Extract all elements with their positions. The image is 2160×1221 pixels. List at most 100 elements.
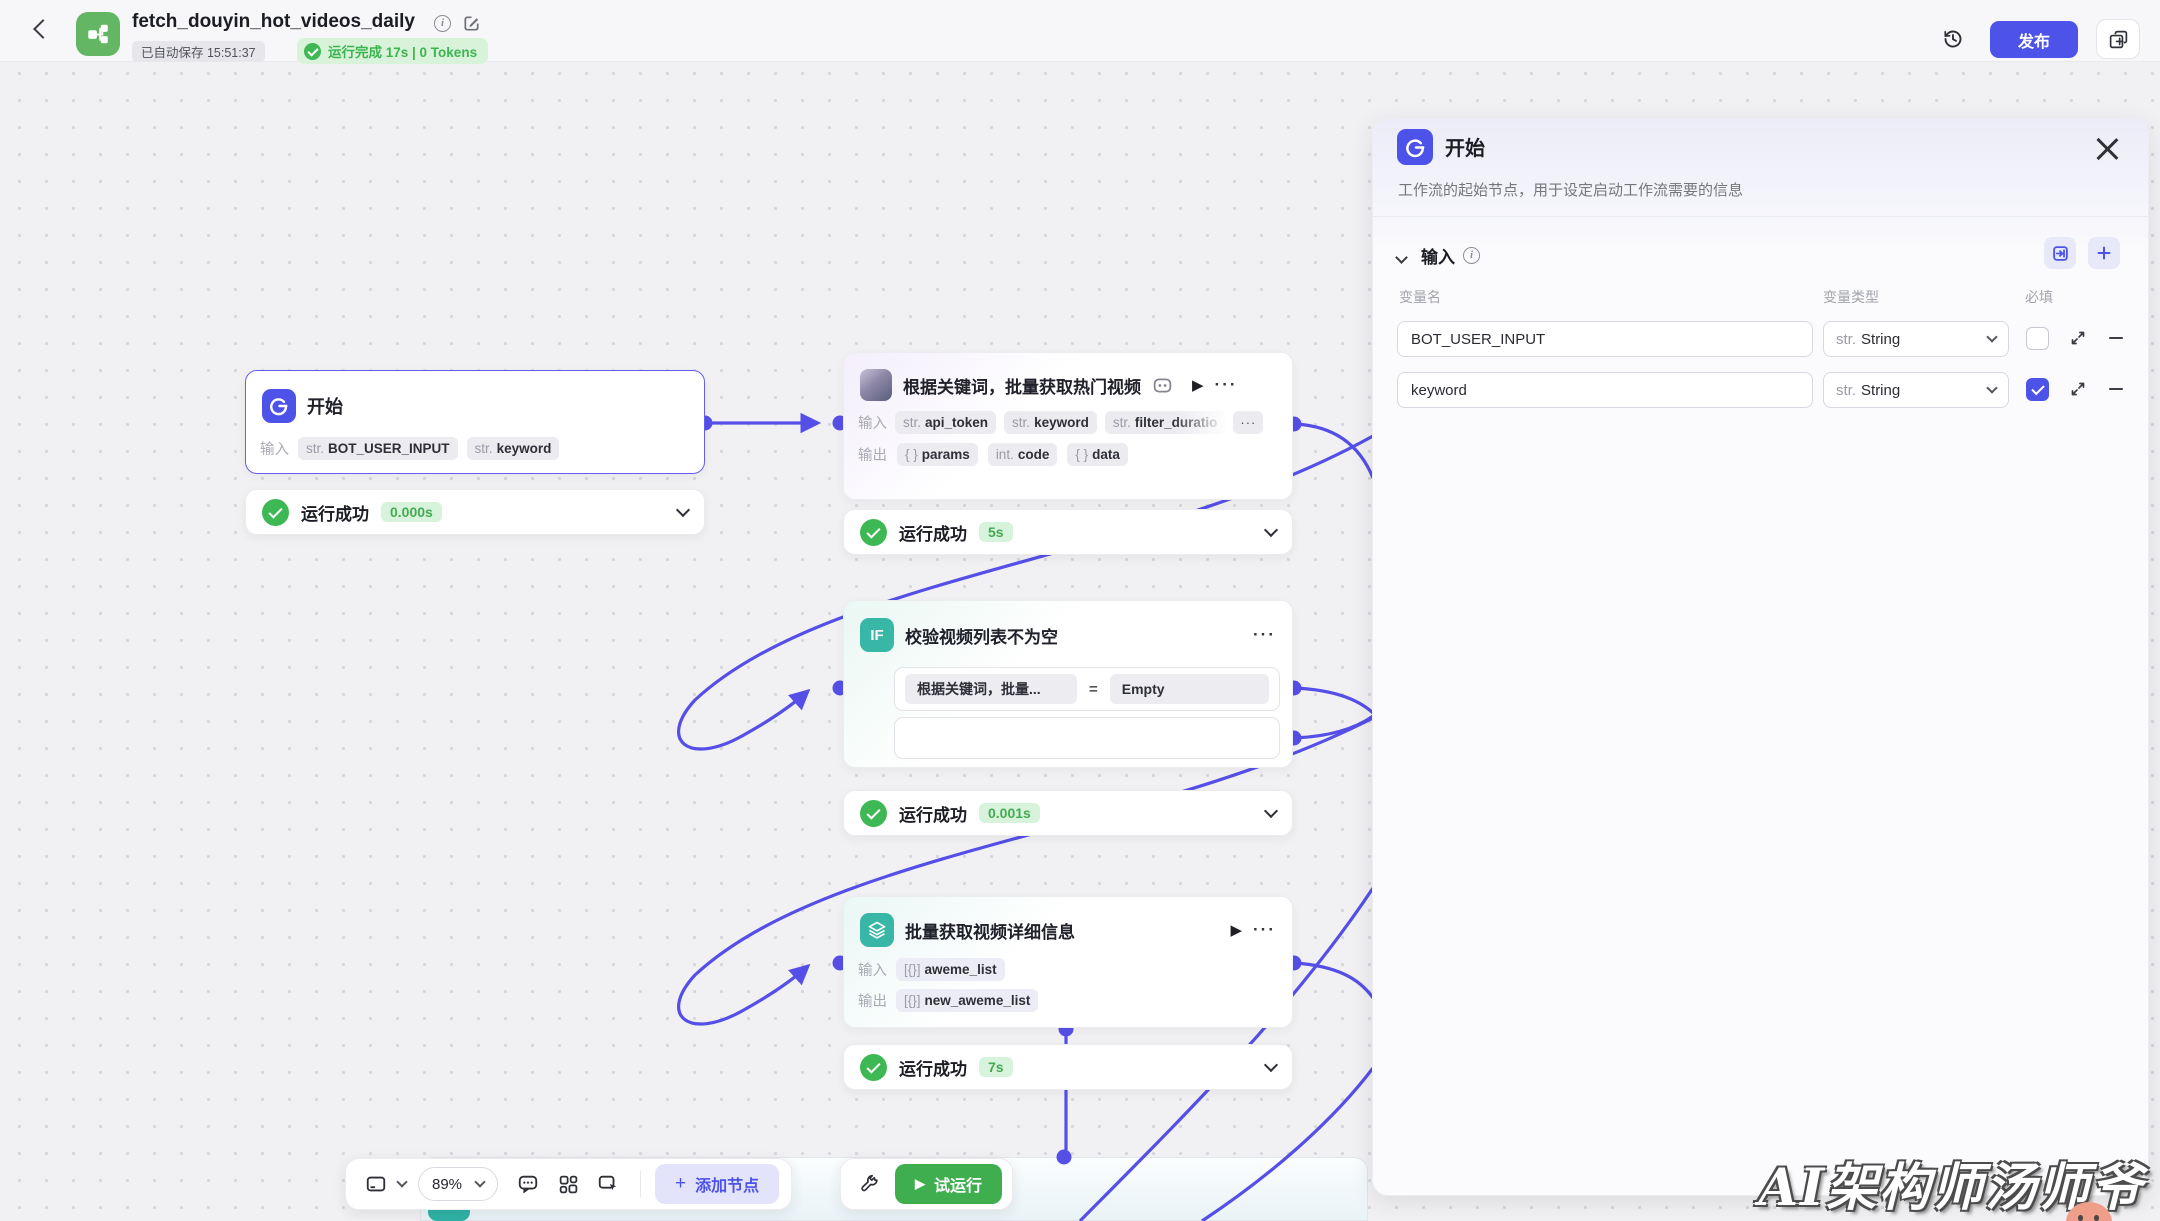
success-check-icon [860, 800, 887, 827]
plugin-input-label: 输入 [858, 412, 887, 433]
if-status-bar[interactable]: 运行成功 0.001s [843, 790, 1293, 836]
workflow-title: fetch_douyin_hot_videos_daily [132, 11, 415, 33]
input-section-title: 输入 [1421, 243, 1455, 268]
edge-if-false-out [1295, 716, 1373, 738]
variable-tag: { }data [1067, 443, 1128, 466]
auto-layout-icon[interactable] [550, 1166, 586, 1202]
expand-icon[interactable] [2067, 378, 2089, 400]
add-variable-button[interactable] [2088, 237, 2120, 269]
start-status-bar[interactable]: 运行成功 0.000s [245, 489, 705, 535]
add-node-button[interactable]: + 添加节点 [655, 1164, 779, 1204]
else-branch-box[interactable] [894, 717, 1280, 759]
status-text: 运行成功 [899, 801, 967, 826]
run-node-icon[interactable]: ▶ [1230, 921, 1242, 939]
variable-name-input[interactable] [1397, 372, 1813, 408]
edit-icon[interactable] [462, 14, 481, 33]
plugin-output-label: 输出 [858, 444, 887, 465]
variable-tag: [{}]new_aweme_list [896, 989, 1038, 1012]
if-condition-box[interactable]: 根据关键词，批量... = Empty [894, 667, 1280, 711]
back-icon[interactable] [33, 19, 53, 39]
chevron-down-icon[interactable] [676, 502, 690, 516]
workflow-app-icon [76, 12, 120, 56]
plus-icon: + [675, 1173, 686, 1195]
variable-tag: str.api_token [895, 411, 996, 434]
test-run-button[interactable]: ▶ 试运行 [895, 1164, 1002, 1204]
chevron-down-icon[interactable] [1264, 803, 1278, 817]
batch-status-bar[interactable]: 运行成功 7s [843, 1044, 1293, 1090]
chevron-down-icon [1986, 331, 1997, 342]
panel-divider [1373, 216, 2148, 217]
variable-tag: str.BOT_USER_INPUT [298, 437, 458, 460]
coze-plugin-icon [1152, 375, 1173, 396]
more-menu-icon[interactable]: ··· [1215, 375, 1238, 395]
comment-icon[interactable] [510, 1166, 546, 1202]
chevron-down-icon[interactable] [396, 1176, 407, 1187]
panel-description: 工作流的起始节点，用于设定启动工作流需要的信息 [1398, 179, 1743, 200]
success-check-icon [262, 499, 289, 526]
variable-name-input[interactable] [1397, 321, 1813, 357]
batch-node-title: 批量获取视频详细信息 [905, 918, 1075, 943]
canvas-toolbar: 89% + 添加节点 [345, 1158, 792, 1210]
chevron-down-icon[interactable] [1264, 1057, 1278, 1071]
import-variables-button[interactable] [2044, 237, 2076, 269]
start-node-icon [1397, 129, 1433, 165]
required-checkbox[interactable] [2026, 327, 2049, 350]
column-variable-name: 变量名 [1399, 287, 1441, 307]
start-node-icon [262, 389, 296, 423]
duration-badge: 7s [979, 1057, 1013, 1077]
variable-tag: str.keyword [1004, 411, 1097, 434]
status-text: 运行成功 [899, 1055, 967, 1080]
duplicate-icon[interactable] [2096, 19, 2140, 59]
variable-type-select[interactable]: str. String [1823, 372, 2009, 408]
success-check-icon [304, 43, 321, 60]
zoom-level-select[interactable]: 89% [418, 1167, 498, 1201]
autosave-badge: 已自动保存 15:51:37 [132, 41, 265, 62]
variable-tag: str.keyword [467, 437, 560, 460]
status-text: 运行成功 [301, 500, 369, 525]
node-config-panel: 开始 工作流的起始节点，用于设定启动工作流需要的信息 输入 i 变量名 变量类型… [1372, 118, 2149, 1196]
node-start[interactable]: 开始 输入 str.BOT_USER_INPUT str.keyword [245, 370, 705, 474]
history-icon[interactable] [1934, 20, 1972, 58]
if-node-title: 校验视频列表不为空 [905, 623, 1058, 648]
toolbar-divider [640, 1171, 641, 1197]
plugin-avatar [860, 369, 892, 401]
edge-plugin-out [1295, 424, 1373, 478]
expand-icon[interactable] [2067, 327, 2089, 349]
run-complete-badge[interactable]: 运行完成 17s | 0 Tokens [297, 38, 488, 64]
edge-batch-out [1295, 963, 1373, 998]
more-menu-icon[interactable]: ··· [1253, 920, 1276, 940]
variable-tag: { }params [897, 443, 978, 466]
remove-row-icon[interactable] [2105, 327, 2127, 349]
status-text: 运行成功 [899, 520, 967, 545]
if-node-icon: IF [860, 618, 894, 652]
remove-row-icon[interactable] [2105, 378, 2127, 400]
more-menu-icon[interactable]: ··· [1253, 625, 1276, 645]
condition-right-operand[interactable]: Empty [1110, 674, 1269, 704]
close-icon[interactable] [2096, 135, 2118, 157]
variable-type-select[interactable]: str. String [1823, 321, 2009, 357]
condition-left-operand[interactable]: 根据关键词，批量... [905, 674, 1077, 704]
info-icon[interactable]: i [434, 15, 451, 32]
plugin-status-bar[interactable]: 运行成功 5s [843, 509, 1293, 555]
node-condition[interactable]: IF 校验视频列表不为空 ··· 如果 根据关键词，批量... = Empty … [843, 600, 1293, 768]
plugin-node-title: 根据关键词，批量获取热门视频 [903, 373, 1141, 398]
chevron-down-icon[interactable] [1264, 522, 1278, 536]
more-tags-pill[interactable]: ··· [1233, 411, 1263, 434]
start-input-label: 输入 [260, 438, 289, 459]
variable-tag: int.code [988, 443, 1058, 466]
minimap-toggle-icon[interactable] [358, 1166, 394, 1202]
wrench-icon[interactable] [851, 1166, 887, 1202]
node-plugin[interactable]: 根据关键词，批量获取热门视频 ▶ ··· 输入 str.api_token st… [843, 352, 1293, 500]
duration-badge: 5s [979, 522, 1013, 542]
column-variable-type: 变量类型 [1823, 287, 1879, 307]
required-checkbox[interactable] [2026, 378, 2049, 401]
run-toolbar: ▶ 试运行 [840, 1158, 1013, 1210]
info-icon[interactable]: i [1463, 247, 1480, 264]
node-batch[interactable]: 批量获取视频详细信息 ▶ ··· 输入 [{}]aweme_list 输出 [{… [843, 896, 1293, 1028]
workflow-canvas[interactable]: 开始 输入 str.BOT_USER_INPUT str.keyword 运行成… [0, 0, 2160, 1221]
publish-button[interactable]: 发布 [1990, 21, 2078, 58]
duration-badge: 0.000s [381, 502, 442, 522]
column-required: 必填 [2025, 287, 2053, 307]
select-frame-icon[interactable] [590, 1166, 626, 1202]
run-node-icon[interactable]: ▶ [1192, 376, 1204, 394]
